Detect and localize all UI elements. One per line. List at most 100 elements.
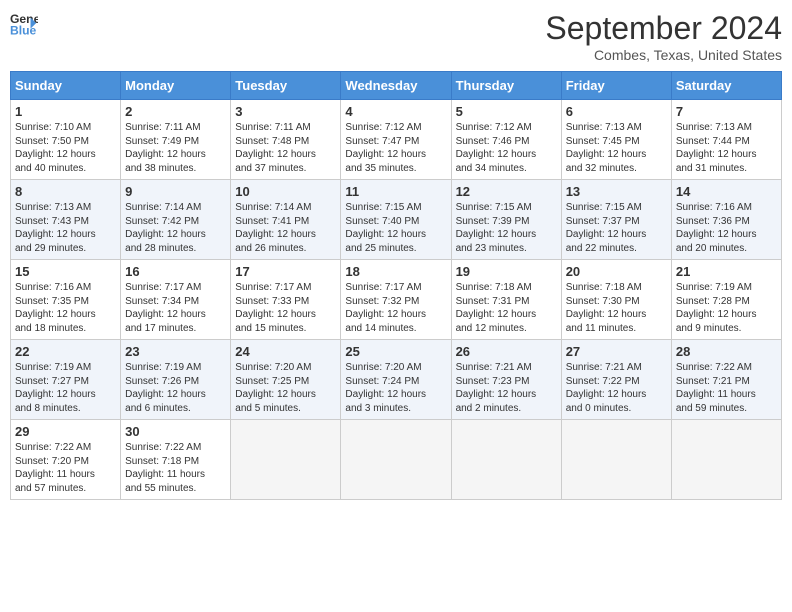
day-info: Sunrise: 7:15 AM Sunset: 7:37 PM Dayligh… <box>566 201 667 255</box>
calendar-cell: 30 Sunrise: 7:22 AM Sunset: 7:18 PM Dayli… <box>121 420 231 500</box>
location: Combes, Texas, United States <box>545 47 782 63</box>
weekday-header-monday: Monday <box>121 72 231 100</box>
day-info: Sunrise: 7:20 AM Sunset: 7:24 PM Dayligh… <box>345 361 446 415</box>
day-info: Sunrise: 7:17 AM Sunset: 7:34 PM Dayligh… <box>125 281 226 335</box>
day-info: Sunrise: 7:10 AM Sunset: 7:50 PM Dayligh… <box>15 121 116 175</box>
calendar-cell <box>231 420 341 500</box>
day-info: Sunrise: 7:22 AM Sunset: 7:20 PM Dayligh… <box>15 441 116 495</box>
day-info: Sunrise: 7:19 AM Sunset: 7:28 PM Dayligh… <box>676 281 777 335</box>
day-info: Sunrise: 7:12 AM Sunset: 7:46 PM Dayligh… <box>456 121 557 175</box>
day-info: Sunrise: 7:17 AM Sunset: 7:33 PM Dayligh… <box>235 281 336 335</box>
calendar-cell <box>561 420 671 500</box>
day-info: Sunrise: 7:21 AM Sunset: 7:23 PM Dayligh… <box>456 361 557 415</box>
day-info: Sunrise: 7:13 AM Sunset: 7:45 PM Dayligh… <box>566 121 667 175</box>
month-title: September 2024 <box>545 10 782 47</box>
calendar-cell: 4 Sunrise: 7:12 AM Sunset: 7:47 PM Daylig… <box>341 100 451 180</box>
day-number: 8 <box>15 184 116 199</box>
calendar-cell: 7 Sunrise: 7:13 AM Sunset: 7:44 PM Daylig… <box>671 100 781 180</box>
calendar-cell: 25 Sunrise: 7:20 AM Sunset: 7:24 PM Dayli… <box>341 340 451 420</box>
calendar-cell: 20 Sunrise: 7:18 AM Sunset: 7:30 PM Dayli… <box>561 260 671 340</box>
day-info: Sunrise: 7:16 AM Sunset: 7:36 PM Dayligh… <box>676 201 777 255</box>
day-info: Sunrise: 7:22 AM Sunset: 7:21 PM Dayligh… <box>676 361 777 415</box>
calendar-cell: 12 Sunrise: 7:15 AM Sunset: 7:39 PM Dayli… <box>451 180 561 260</box>
day-info: Sunrise: 7:19 AM Sunset: 7:26 PM Dayligh… <box>125 361 226 415</box>
day-number: 6 <box>566 104 667 119</box>
day-number: 12 <box>456 184 557 199</box>
day-info: Sunrise: 7:15 AM Sunset: 7:39 PM Dayligh… <box>456 201 557 255</box>
weekday-header-saturday: Saturday <box>671 72 781 100</box>
calendar-cell: 27 Sunrise: 7:21 AM Sunset: 7:22 PM Dayli… <box>561 340 671 420</box>
day-number: 27 <box>566 344 667 359</box>
day-number: 19 <box>456 264 557 279</box>
day-number: 30 <box>125 424 226 439</box>
weekday-header-thursday: Thursday <box>451 72 561 100</box>
day-number: 13 <box>566 184 667 199</box>
day-number: 11 <box>345 184 446 199</box>
day-info: Sunrise: 7:13 AM Sunset: 7:44 PM Dayligh… <box>676 121 777 175</box>
calendar-cell: 24 Sunrise: 7:20 AM Sunset: 7:25 PM Dayli… <box>231 340 341 420</box>
calendar-cell <box>341 420 451 500</box>
day-number: 18 <box>345 264 446 279</box>
day-number: 4 <box>345 104 446 119</box>
calendar-cell: 1 Sunrise: 7:10 AM Sunset: 7:50 PM Daylig… <box>11 100 121 180</box>
day-number: 9 <box>125 184 226 199</box>
day-number: 20 <box>566 264 667 279</box>
calendar-cell: 22Sunrise: 7:19 AM Sunset: 7:27 PM Dayli… <box>11 340 121 420</box>
day-info: Sunrise: 7:14 AM Sunset: 7:42 PM Dayligh… <box>125 201 226 255</box>
day-number: 26 <box>456 344 557 359</box>
calendar-table: SundayMondayTuesdayWednesdayThursdayFrid… <box>10 71 782 500</box>
day-info: Sunrise: 7:17 AM Sunset: 7:32 PM Dayligh… <box>345 281 446 335</box>
calendar-cell <box>451 420 561 500</box>
weekday-header-friday: Friday <box>561 72 671 100</box>
weekday-header-wednesday: Wednesday <box>341 72 451 100</box>
calendar-cell <box>671 420 781 500</box>
calendar-cell: 3Sunrise: 7:11 AM Sunset: 7:48 PM Daylig… <box>231 100 341 180</box>
day-number: 28 <box>676 344 777 359</box>
calendar-cell: 21 Sunrise: 7:19 AM Sunset: 7:28 PM Dayli… <box>671 260 781 340</box>
calendar-cell: 16 Sunrise: 7:17 AM Sunset: 7:34 PM Dayli… <box>121 260 231 340</box>
logo: General Blue <box>10 10 38 38</box>
calendar-cell: 6 Sunrise: 7:13 AM Sunset: 7:45 PM Daylig… <box>561 100 671 180</box>
calendar-cell: 23 Sunrise: 7:19 AM Sunset: 7:26 PM Dayli… <box>121 340 231 420</box>
title-area: September 2024 Combes, Texas, United Sta… <box>545 10 782 63</box>
calendar-cell: 10Sunrise: 7:14 AM Sunset: 7:41 PM Dayli… <box>231 180 341 260</box>
day-info: Sunrise: 7:11 AM Sunset: 7:49 PM Dayligh… <box>125 121 226 175</box>
day-number: 1 <box>15 104 116 119</box>
day-number: 16 <box>125 264 226 279</box>
day-number: 5 <box>456 104 557 119</box>
calendar-cell: 13 Sunrise: 7:15 AM Sunset: 7:37 PM Dayli… <box>561 180 671 260</box>
day-info: Sunrise: 7:18 AM Sunset: 7:31 PM Dayligh… <box>456 281 557 335</box>
calendar-week-row: 8 Sunrise: 7:13 AM Sunset: 7:43 PM Daylig… <box>11 180 782 260</box>
day-info: Sunrise: 7:22 AM Sunset: 7:18 PM Dayligh… <box>125 441 226 495</box>
calendar-week-row: 29 Sunrise: 7:22 AM Sunset: 7:20 PM Dayli… <box>11 420 782 500</box>
day-info: Sunrise: 7:13 AM Sunset: 7:43 PM Dayligh… <box>15 201 116 255</box>
calendar-cell: 5 Sunrise: 7:12 AM Sunset: 7:46 PM Daylig… <box>451 100 561 180</box>
logo-icon: General Blue <box>10 10 38 38</box>
day-info: Sunrise: 7:11 AM Sunset: 7:48 PM Dayligh… <box>235 121 336 175</box>
day-info: Sunrise: 7:15 AM Sunset: 7:40 PM Dayligh… <box>345 201 446 255</box>
weekday-header-row: SundayMondayTuesdayWednesdayThursdayFrid… <box>11 72 782 100</box>
calendar-week-row: 15 Sunrise: 7:16 AM Sunset: 7:35 PM Dayli… <box>11 260 782 340</box>
day-number: 24 <box>235 344 336 359</box>
day-info: Sunrise: 7:16 AM Sunset: 7:35 PM Dayligh… <box>15 281 116 335</box>
day-number: 29 <box>15 424 116 439</box>
day-info: Sunrise: 7:12 AM Sunset: 7:47 PM Dayligh… <box>345 121 446 175</box>
weekday-header-tuesday: Tuesday <box>231 72 341 100</box>
calendar-cell: 15 Sunrise: 7:16 AM Sunset: 7:35 PM Dayli… <box>11 260 121 340</box>
day-info: Sunrise: 7:18 AM Sunset: 7:30 PM Dayligh… <box>566 281 667 335</box>
calendar-cell: 29 Sunrise: 7:22 AM Sunset: 7:20 PM Dayli… <box>11 420 121 500</box>
calendar-cell: 9 Sunrise: 7:14 AM Sunset: 7:42 PM Daylig… <box>121 180 231 260</box>
day-number: 23 <box>125 344 226 359</box>
day-number: 21 <box>676 264 777 279</box>
weekday-header-sunday: Sunday <box>11 72 121 100</box>
day-number: 22 <box>15 344 116 359</box>
calendar-cell: 17Sunrise: 7:17 AM Sunset: 7:33 PM Dayli… <box>231 260 341 340</box>
day-number: 15 <box>15 264 116 279</box>
day-info: Sunrise: 7:21 AM Sunset: 7:22 PM Dayligh… <box>566 361 667 415</box>
calendar-cell: 26 Sunrise: 7:21 AM Sunset: 7:23 PM Dayli… <box>451 340 561 420</box>
calendar-cell: 19 Sunrise: 7:18 AM Sunset: 7:31 PM Dayli… <box>451 260 561 340</box>
day-info: Sunrise: 7:20 AM Sunset: 7:25 PM Dayligh… <box>235 361 336 415</box>
day-number: 7 <box>676 104 777 119</box>
day-number: 2 <box>125 104 226 119</box>
day-number: 25 <box>345 344 446 359</box>
